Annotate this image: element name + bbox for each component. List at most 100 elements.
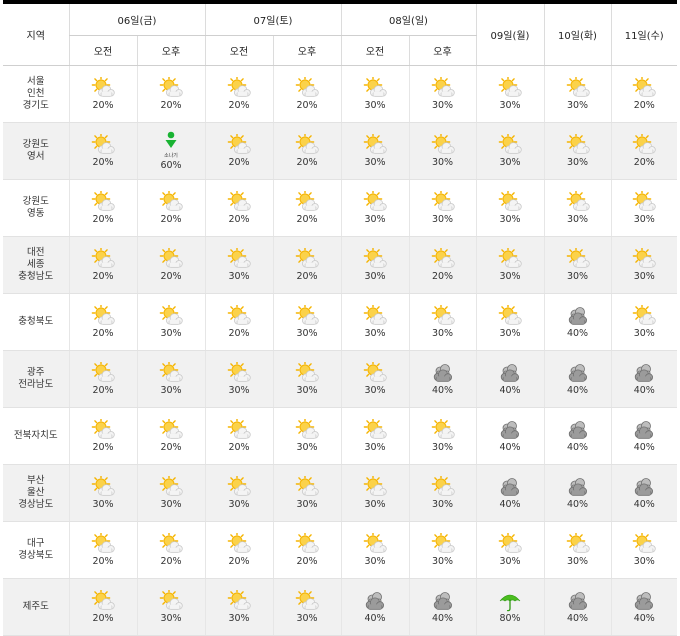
partly-cloudy-icon: [91, 77, 115, 97]
precip-probability: 40%: [633, 442, 655, 453]
forecast-cell: 20%: [408, 236, 476, 294]
region-column-header: 지역: [3, 4, 69, 66]
partly-cloudy-icon: [363, 419, 387, 439]
partly-cloudy-icon: [431, 248, 455, 268]
precip-probability: 40%: [566, 328, 589, 339]
cloudy-icon: [568, 592, 587, 610]
cloudy-icon: [635, 364, 654, 382]
day-header: 10일(화): [543, 4, 611, 66]
partly-cloudy-icon: [227, 419, 251, 439]
precip-probability: 30%: [228, 271, 250, 282]
forecast-cell: 30%: [136, 578, 205, 636]
precip-probability: 30%: [228, 613, 250, 624]
forecast-cell: 20%: [68, 65, 137, 123]
region-cell: 전북자치도: [3, 407, 69, 465]
partly-cloudy-icon: [295, 134, 319, 154]
table-row: 대구 경상북도 20% 20% 20% 20% 30% 30% 30% 30% 30%: [3, 521, 677, 579]
precip-probability: 20%: [92, 100, 114, 111]
forecast-cell: 20%: [136, 65, 205, 123]
cloudy-icon: [500, 364, 519, 382]
region-cell: 서울 인천 경기도: [3, 65, 69, 123]
forecast-cell: 30%: [68, 464, 137, 522]
precip-probability: 30%: [499, 100, 521, 111]
precip-probability: 30%: [431, 442, 454, 453]
forecast-cell: 40%: [475, 464, 544, 522]
region-name-line: 충청북도: [18, 316, 54, 327]
precip-probability: 20%: [228, 157, 250, 168]
forecast-cell: 30%: [475, 179, 544, 237]
region-name-line: 강원도: [22, 196, 49, 207]
precip-probability: 30%: [499, 214, 521, 225]
precip-probability: 20%: [160, 271, 182, 282]
partly-cloudy-icon: [431, 476, 455, 496]
precip-probability: 30%: [296, 385, 318, 396]
forecast-cell: 30%: [543, 236, 611, 294]
partly-cloudy-icon: [295, 419, 319, 439]
precip-probability: 20%: [228, 214, 250, 225]
precip-probability: 40%: [431, 613, 454, 624]
forecast-cell: 30%: [408, 293, 476, 351]
forecast-cell: 30%: [408, 179, 476, 237]
region-name-line: 강원도: [22, 139, 49, 150]
region-name-line: 전라남도: [18, 379, 54, 390]
region-cell: 강원도 영동: [3, 179, 69, 237]
forecast-cell: 30%: [408, 464, 476, 522]
precip-probability: 40%: [364, 613, 386, 624]
partly-cloudy-icon: [632, 191, 656, 211]
precip-probability: 30%: [160, 613, 182, 624]
partly-cloudy-icon: [363, 305, 387, 325]
precip-probability: 20%: [92, 157, 114, 168]
region-name-line: 부산: [27, 475, 45, 486]
forecast-cell: 30%: [340, 179, 409, 237]
forecast-cell: 소나기 60%: [136, 122, 205, 180]
precip-probability: 40%: [566, 499, 589, 510]
region-name-line: 제주도: [22, 601, 49, 612]
forecast-cell: 30%: [204, 464, 273, 522]
forecast-cell: 40%: [610, 464, 677, 522]
partly-cloudy-icon: [295, 248, 319, 268]
precip-probability: 30%: [364, 556, 386, 567]
partly-cloudy-icon: [566, 248, 590, 268]
partly-cloudy-icon: [363, 191, 387, 211]
precip-probability: 30%: [566, 214, 589, 225]
forecast-cell: 30%: [475, 236, 544, 294]
forecast-cell: 20%: [272, 179, 341, 237]
partly-cloudy-icon: [227, 191, 251, 211]
day-header: 06일(금): [68, 4, 205, 36]
region-cell: 광주 전라남도: [3, 350, 69, 408]
forecast-cell: 30%: [204, 350, 273, 408]
partly-cloudy-icon: [227, 362, 251, 382]
region-name-line: 대전: [27, 247, 45, 258]
region-name-line: 경기도: [22, 100, 49, 111]
cloudy-icon: [365, 592, 384, 610]
precip-probability: 20%: [296, 100, 318, 111]
region-cell: 대구 경상북도: [3, 521, 69, 579]
precip-probability: 30%: [499, 271, 521, 282]
precip-probability: 30%: [296, 328, 318, 339]
region-name-line: 대구: [27, 538, 45, 549]
weather-badge: 소나기: [164, 153, 178, 159]
forecast-cell: 40%: [475, 350, 544, 408]
forecast-cell: 40%: [340, 578, 409, 636]
partly-cloudy-icon: [632, 305, 656, 325]
precip-probability: 30%: [566, 271, 589, 282]
precip-probability: 20%: [296, 271, 318, 282]
partly-cloudy-icon: [566, 191, 590, 211]
forecast-cell: 30%: [475, 293, 544, 351]
partly-cloudy-icon: [159, 362, 183, 382]
cloudy-icon: [635, 478, 654, 496]
region-cell: 충청북도: [3, 293, 69, 351]
table-row: 강원도 영서 20% 소나기 60% 20% 20% 30% 30% 30% 30% 20%: [3, 122, 677, 180]
forecast-cell: 30%: [543, 521, 611, 579]
forecast-cell: 40%: [543, 350, 611, 408]
forecast-cell: 30%: [610, 236, 677, 294]
forecast-cell: 30%: [475, 122, 544, 180]
precip-probability: 20%: [92, 385, 114, 396]
forecast-cell: 30%: [272, 464, 341, 522]
forecast-cell: 30%: [272, 407, 341, 465]
region-cell: 대전 세종 충청남도: [3, 236, 69, 294]
partly-cloudy-icon: [295, 77, 319, 97]
table-row: 제주도 20% 30% 30% 30% 40% 40% 80% 40% 40%: [3, 578, 677, 636]
precip-probability: 30%: [633, 271, 655, 282]
forecast-cell: 40%: [543, 578, 611, 636]
